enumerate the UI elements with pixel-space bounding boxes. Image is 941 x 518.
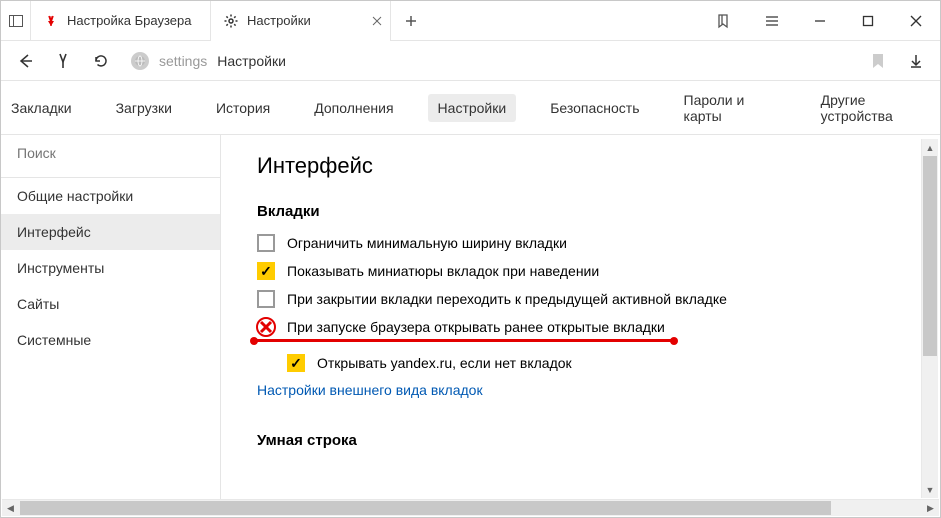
settings-tabs: Закладки Загрузки История Дополнения Нас… [1, 81, 940, 135]
yandex-home-button[interactable] [49, 47, 77, 75]
globe-icon [131, 52, 149, 70]
scroll-up-icon[interactable]: ▲ [922, 139, 938, 156]
new-tab-button[interactable] [391, 1, 431, 41]
yandex-icon [43, 13, 59, 29]
tab-label: Настройка Браузера [67, 13, 191, 28]
tab-label: Настройки [247, 13, 311, 28]
search-input[interactable] [17, 145, 204, 161]
tab-settings[interactable]: Настройки [211, 1, 391, 41]
sidebar-item-general[interactable]: Общие настройки [1, 178, 220, 214]
address-field[interactable]: settings Настройки [125, 52, 854, 70]
horizontal-scrollbar[interactable]: ◀ ▶ [2, 499, 939, 516]
back-button[interactable] [11, 47, 39, 75]
menu-button[interactable] [748, 1, 796, 41]
minimize-button[interactable] [796, 1, 844, 41]
scroll-right-icon[interactable]: ▶ [922, 503, 939, 514]
checkbox-label: Ограничить минимальную ширину вкладки [287, 235, 567, 251]
tab-security[interactable]: Безопасность [540, 94, 649, 122]
vertical-scrollbar[interactable]: ▲ ▼ [921, 139, 938, 498]
scroll-down-icon[interactable]: ▼ [922, 481, 938, 498]
checkbox-label: При запуске браузера открывать ранее отк… [287, 319, 665, 335]
checkbox-label: При закрытии вкладки переходить к предыд… [287, 291, 727, 307]
reload-button[interactable] [87, 47, 115, 75]
tab-other-devices[interactable]: Другие устройства [811, 86, 940, 130]
close-window-button[interactable] [892, 1, 940, 41]
checkbox-label: Показывать миниатюры вкладок при наведен… [287, 263, 599, 279]
checkbox-open-yandex[interactable] [287, 354, 305, 372]
maximize-button[interactable] [844, 1, 892, 41]
checkbox-show-thumbnails[interactable] [257, 262, 275, 280]
bookmarks-button[interactable] [700, 1, 748, 41]
checkbox-limit-min-width[interactable] [257, 234, 275, 252]
section-heading-tabs: Вкладки [257, 203, 910, 220]
underline-annotation [254, 339, 674, 342]
sidebar-item-system[interactable]: Системные [1, 322, 220, 358]
sidebar-item-tools[interactable]: Инструменты [1, 250, 220, 286]
settings-main: Интерфейс Вкладки Ограничить минимальную… [221, 135, 940, 502]
tab-settings-inner[interactable]: Настройки [428, 94, 517, 122]
scroll-thumb[interactable] [923, 156, 937, 356]
tabs-appearance-link[interactable]: Настройки внешнего вида вкладок [257, 382, 910, 398]
tab-browser-setup[interactable]: Настройка Браузера [31, 1, 211, 41]
checkbox-restore-tabs[interactable] [257, 318, 275, 336]
tab-passwords[interactable]: Пароли и карты [674, 86, 787, 130]
tab-extensions[interactable]: Дополнения [304, 94, 403, 122]
sidebar-item-sites[interactable]: Сайты [1, 286, 220, 322]
bookmark-page-button[interactable] [864, 47, 892, 75]
page-title: Интерфейс [257, 153, 910, 179]
section-heading-smartbar: Умная строка [257, 432, 910, 449]
sidebar-toggle-button[interactable] [1, 1, 31, 41]
sidebar-item-interface[interactable]: Интерфейс [1, 214, 220, 250]
close-icon[interactable] [372, 16, 382, 26]
checkbox-goto-previous[interactable] [257, 290, 275, 308]
tab-bookmarks[interactable]: Закладки [1, 94, 82, 122]
checkbox-label: Открывать yandex.ru, если нет вкладок [317, 355, 572, 371]
tab-downloads[interactable]: Загрузки [106, 94, 182, 122]
x-annotation-icon [256, 317, 276, 337]
settings-sidebar: Общие настройки Интерфейс Инструменты Са… [1, 135, 221, 502]
gear-icon [223, 13, 239, 29]
downloads-button[interactable] [902, 47, 930, 75]
scroll-thumb-h[interactable] [20, 501, 831, 515]
scroll-left-icon[interactable]: ◀ [2, 503, 19, 514]
tab-history[interactable]: История [206, 94, 280, 122]
address-host: settings [159, 53, 207, 69]
address-path: Настройки [217, 53, 286, 69]
